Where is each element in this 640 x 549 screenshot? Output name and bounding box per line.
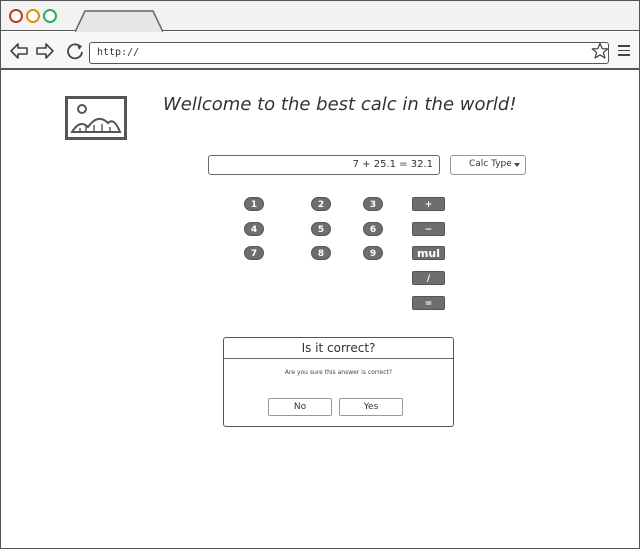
back-arrow-icon[interactable] — [9, 41, 29, 61]
minimize-window-button[interactable] — [26, 9, 40, 23]
bookmark-star-icon[interactable] — [591, 42, 609, 60]
key-2[interactable]: 2 — [311, 197, 331, 211]
calc-display[interactable]: 7 + 25.1 = 32.1 — [208, 155, 440, 175]
page-title: Wellcome to the best calc in the world! — [163, 94, 517, 115]
dialog-message: Are you sure this answer is correct? — [284, 369, 393, 376]
add-button[interactable]: + — [412, 197, 445, 211]
key-3[interactable]: 3 — [363, 197, 383, 211]
close-window-button[interactable] — [9, 9, 23, 23]
key-4[interactable]: 4 — [244, 222, 264, 236]
hamburger-menu-icon[interactable] — [618, 45, 630, 57]
key-7[interactable]: 7 — [244, 246, 264, 260]
key-9[interactable]: 9 — [363, 246, 383, 260]
browser-toolbar: http:// — [1, 32, 639, 70]
confirm-dialog: Is it correct? Are you sure this answer … — [223, 337, 454, 427]
browser-window: http:// Wellcome to the best calc in the… — [0, 0, 640, 549]
key-5[interactable]: 5 — [311, 222, 331, 236]
multiply-button[interactable]: mul — [412, 246, 445, 260]
key-6[interactable]: 6 — [363, 222, 383, 236]
calc-type-label: Calc Type — [469, 159, 512, 169]
chevron-down-icon — [514, 163, 520, 167]
equals-button[interactable]: = — [412, 296, 445, 310]
subtract-button[interactable]: − — [412, 222, 445, 236]
maximize-window-button[interactable] — [43, 9, 57, 23]
key-8[interactable]: 8 — [311, 246, 331, 260]
logo-image-icon — [65, 96, 127, 140]
divide-button[interactable]: / — [412, 271, 445, 285]
yes-button[interactable]: Yes — [339, 398, 403, 416]
forward-arrow-icon[interactable] — [35, 41, 55, 61]
reload-icon[interactable] — [65, 41, 85, 61]
browser-tab[interactable] — [75, 10, 163, 32]
title-bar — [1, 1, 639, 32]
dialog-title: Is it correct? — [224, 338, 453, 359]
calc-type-select[interactable]: Calc Type — [450, 155, 526, 175]
no-button[interactable]: No — [268, 398, 332, 416]
key-1[interactable]: 1 — [244, 197, 264, 211]
address-bar[interactable]: http:// — [89, 42, 609, 64]
